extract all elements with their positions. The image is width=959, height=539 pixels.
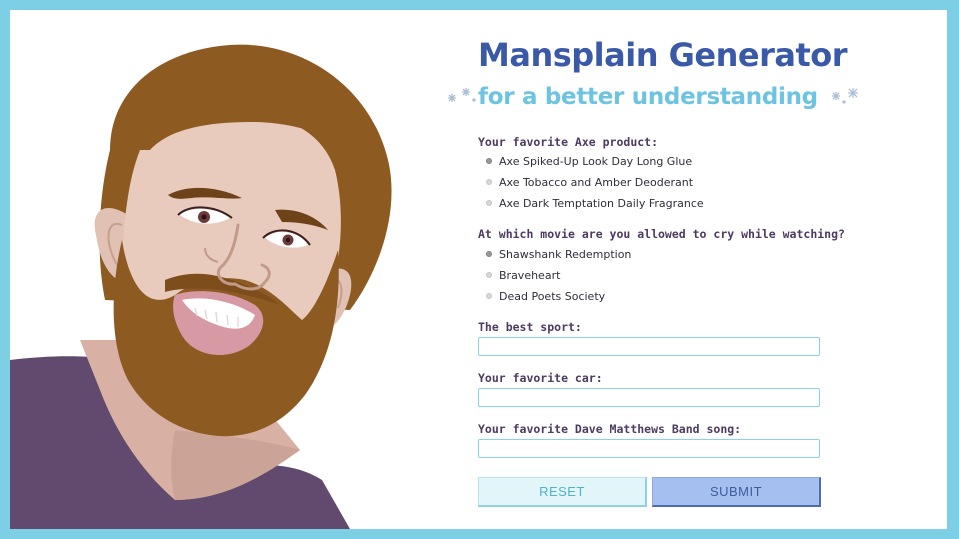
movie-option-braveheart[interactable]: Braveheart [486,267,560,283]
song-input[interactable] [478,439,820,458]
option-label: Braveheart [499,268,561,282]
bearded-man-illustration [10,44,392,529]
sport-input[interactable] [478,337,820,356]
axe-option-spiked-up[interactable]: Axe Spiked-Up Look Day Long Glue [486,153,692,169]
axe-question-label: Your favorite Axe product: [478,135,659,149]
movie-question-label: At which movie are you allowed to cry wh… [478,227,845,241]
axe-option-tobacco-amber[interactable]: Axe Tobacco and Amber Deoderant [486,174,693,190]
option-label: Dead Poets Society [499,289,606,303]
form-panel: Mansplain Generator for a better underst… [448,10,870,529]
option-label: Axe Dark Temptation Daily Fragrance [499,196,704,210]
radio-icon[interactable] [486,293,492,299]
sport-field-label: The best sport: [478,320,582,334]
option-label: Shawshank Redemption [499,247,632,261]
radio-selected-icon[interactable] [486,251,492,257]
movie-option-dead-poets[interactable]: Dead Poets Society [486,288,605,304]
page-subtitle: for a better understanding [478,84,818,110]
car-field-label: Your favorite car: [478,371,603,385]
radio-icon[interactable] [486,272,492,278]
option-label: Axe Spiked-Up Look Day Long Glue [499,154,693,168]
reset-button[interactable]: RESET [478,477,647,507]
movie-option-shawshank[interactable]: Shawshank Redemption [486,246,631,262]
car-input[interactable] [478,388,820,407]
radio-icon[interactable] [486,200,492,206]
page-title: Mansplain Generator [478,36,848,74]
submit-button[interactable]: SUBMIT [652,477,821,507]
axe-option-dark-temptation[interactable]: Axe Dark Temptation Daily Fragrance [486,195,704,211]
page-frame: Mansplain Generator for a better underst… [10,10,947,529]
option-label: Axe Tobacco and Amber Deoderant [499,175,694,189]
sparkle-icon [832,88,858,104]
radio-selected-icon[interactable] [486,158,492,164]
radio-icon[interactable] [486,179,492,185]
song-field-label: Your favorite Dave Matthews Band song: [478,422,742,436]
sparkle-icon [448,88,476,102]
subtitle-row: for a better understanding [442,84,872,118]
